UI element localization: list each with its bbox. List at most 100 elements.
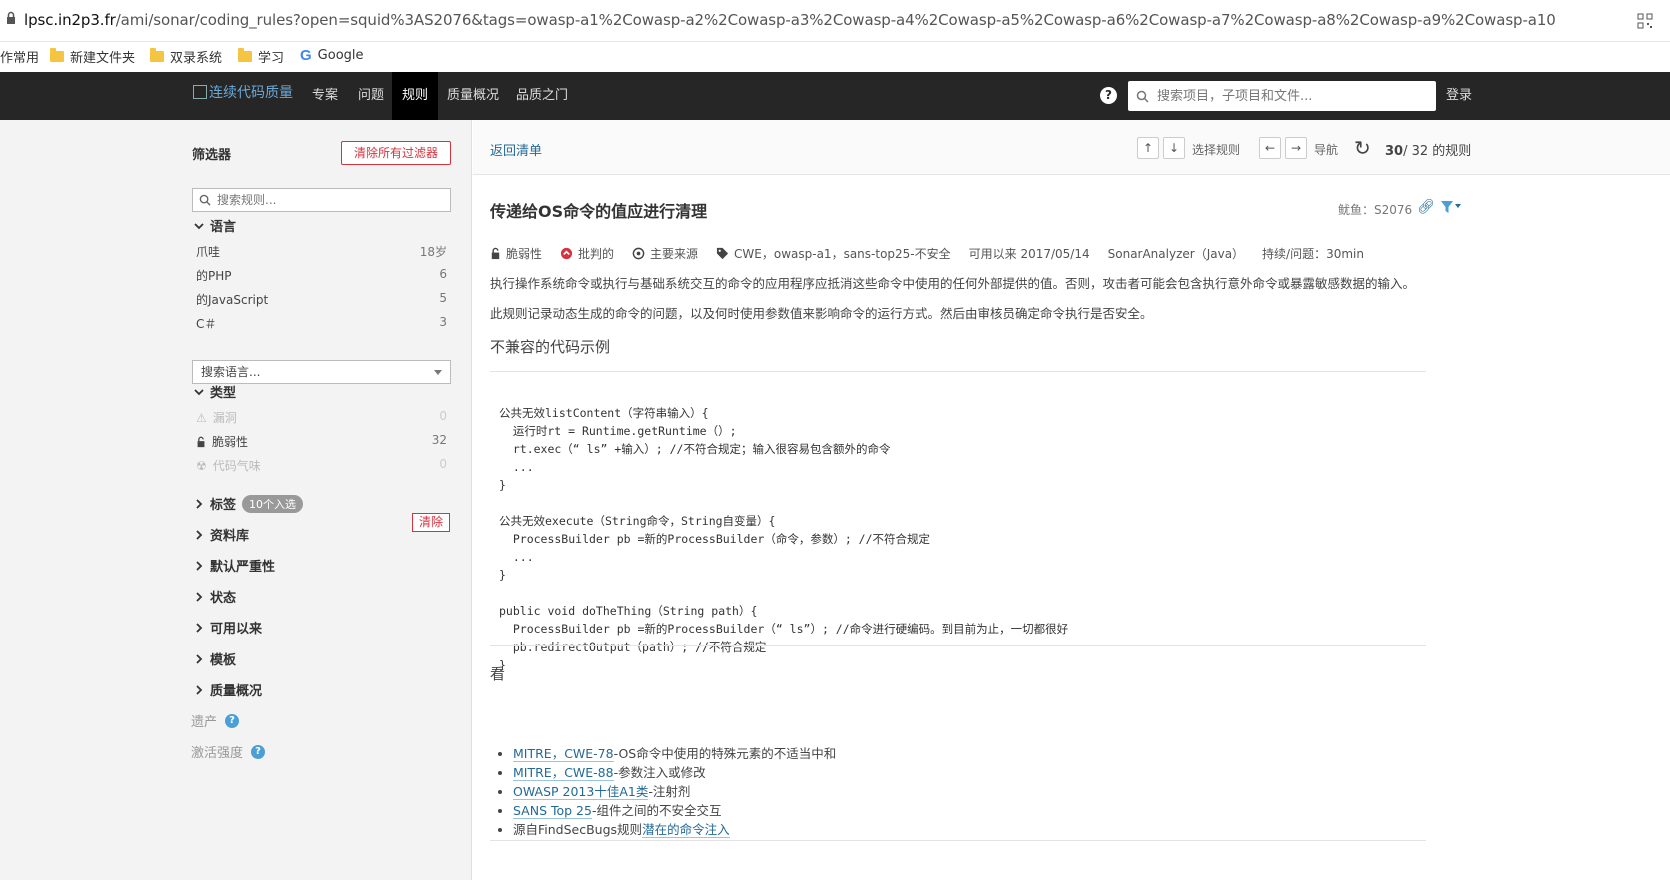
facet-status[interactable]: 状态 <box>194 587 236 606</box>
facet-item-language[interactable]: 爪哇 18岁 <box>196 243 447 260</box>
facet-item-type[interactable]: 脆弱性 32 <box>196 433 447 450</box>
rule-tags[interactable]: CWE，owasp-a1，sans-top25-不安全 <box>716 245 951 262</box>
help-icon[interactable]: ? <box>225 713 240 728</box>
rule-counter: 30/ 32 的规则 <box>1385 144 1472 159</box>
facet-type[interactable]: 类型 <box>194 382 236 401</box>
noncompliant-heading: 不兼容的代码示例 <box>490 338 611 356</box>
rule-type: 脆弱性 <box>490 245 542 262</box>
chevron-right-icon <box>196 684 203 695</box>
reference-link[interactable]: MITRE，CWE-88 <box>513 765 614 781</box>
filter-similar-icon[interactable] <box>1440 200 1462 214</box>
see-heading: 看 <box>490 665 506 683</box>
rule-meta: 脆弱性 批判的 主要来源 CWE，owasp-a1，sans-top25-不安全… <box>490 245 1382 262</box>
reference-link[interactable]: OWASP 2013十佳A1类 <box>513 784 649 800</box>
clear-tags-button[interactable]: 清除 <box>412 513 450 532</box>
divider <box>490 371 1426 372</box>
reference-link[interactable]: MITRE，CWE-78 <box>513 746 614 762</box>
permalink-icon[interactable]: 🔗︎ <box>1417 199 1435 215</box>
facet-item-language[interactable]: C＃ 3 <box>196 315 447 332</box>
facet-tags[interactable]: 标签 10个入选 <box>194 494 304 513</box>
critical-severity-icon <box>560 247 573 260</box>
nav-projects[interactable]: 专案 <box>302 72 348 120</box>
facet-item-language[interactable]: 的PHP 6 <box>196 267 447 284</box>
chevron-right-icon <box>196 591 203 602</box>
rule-search[interactable] <box>192 188 451 212</box>
bookmark-folder[interactable]: 新建文件夹 <box>50 47 135 66</box>
reload-icon[interactable]: ↻ <box>1354 136 1371 160</box>
code-example: 公共无效listContent（字符串输入）{ 运行时rt = Runtime.… <box>499 406 1069 672</box>
rule-repository: SonarAnalyzer（Java） <box>1107 247 1245 261</box>
bookmark-folder[interactable]: 学习 <box>238 47 284 66</box>
list-item: OWASP 2013十佳A1类-注射剂 <box>513 782 836 801</box>
caret-down-icon <box>434 370 442 375</box>
list-item: 源自FindSecBugs规则潜在的命令注入 <box>513 820 836 839</box>
chevron-right-icon <box>196 560 203 571</box>
bookmark-google[interactable]: G Google <box>300 47 364 64</box>
qr-code-icon[interactable] <box>1637 13 1653 29</box>
bookmarks-bar: 作常用 新建文件夹 双录系统 学习 G Google <box>0 42 1670 72</box>
facet-language[interactable]: 语言 <box>194 216 236 235</box>
rule-source: 主要来源 <box>632 245 698 262</box>
help-icon[interactable]: ? <box>1100 87 1117 104</box>
filters-sidebar: 筛选器 清除所有过滤器 语言 爪哇18岁 的PHP6 的JavaScript5 … <box>0 120 472 880</box>
unlock-icon <box>197 436 205 447</box>
folder-icon <box>50 48 64 62</box>
facet-activation-severity: 激活强度? <box>191 742 266 761</box>
global-search[interactable] <box>1128 81 1436 111</box>
list-item: SANS Top 25-组件之间的不安全交互 <box>513 801 836 820</box>
code-smell-icon: ☢ <box>196 458 207 473</box>
clear-all-filters-button[interactable]: 清除所有过滤器 <box>341 141 451 165</box>
lock-icon <box>7 11 15 24</box>
bookmark-item[interactable]: 作常用 <box>0 47 39 66</box>
broken-image-icon <box>193 85 207 99</box>
bookmark-folder[interactable]: 双录系统 <box>150 47 222 66</box>
nav-issues[interactable]: 问题 <box>348 72 394 120</box>
rule-search-input[interactable] <box>217 193 437 207</box>
facet-repository[interactable]: 资料库 <box>194 525 249 544</box>
facet-item-type[interactable]: ☢ 代码气味 0 <box>196 457 447 474</box>
search-icon <box>199 194 211 206</box>
help-icon[interactable]: ? <box>251 744 266 759</box>
arrow-up-key-icon[interactable]: ↑ <box>1137 137 1159 159</box>
navigate-hint: 导航 <box>1314 143 1339 157</box>
target-icon <box>632 247 645 260</box>
facet-item-type[interactable]: ⚠ 漏洞 0 <box>196 409 447 426</box>
facet-inheritance: 遗产? <box>191 711 240 730</box>
rule-description: 执行操作系统命令或执行与基础系统交互的命令的应用程序应抵消这些命令中使用的任何外… <box>490 276 1416 291</box>
facet-default-severity[interactable]: 默认严重性 <box>194 556 275 575</box>
url-text[interactable]: lpsc.in2p3.fr/ami/sonar/coding_rules?ope… <box>24 11 1556 29</box>
reference-link[interactable]: 潜在的命令注入 <box>642 822 730 838</box>
chevron-right-icon <box>196 529 203 540</box>
language-search-select[interactable]: 搜索语言... <box>192 360 451 384</box>
rule-toolbar: 返回清单 ↑ ↓ 选择规则 ← → 导航 ↻ 30/ 32 的规则 <box>473 120 1670 175</box>
login-link[interactable]: 登录 <box>1446 72 1472 120</box>
global-search-input[interactable] <box>1157 88 1417 104</box>
chevron-down-icon <box>194 222 204 229</box>
chevron-right-icon <box>196 653 203 664</box>
arrow-down-key-icon[interactable]: ↓ <box>1163 137 1185 159</box>
rule-available-since: 可用以来 2017/05/14 <box>968 247 1090 261</box>
arrow-right-key-icon[interactable]: → <box>1285 137 1307 159</box>
chevron-down-icon <box>194 388 204 395</box>
google-icon: G <box>300 47 312 64</box>
nav-quality-profiles[interactable]: 质量概况 <box>437 72 509 120</box>
rule-description: 此规则记录动态生成的命令的问题，以及何时使用参数值来影响命令的运行方式。然后由审… <box>490 306 1153 321</box>
back-to-list-link[interactable]: 返回清单 <box>490 140 542 159</box>
list-item: MITRE，CWE-78-OS命令中使用的特殊元素的不适当中和 <box>513 744 836 763</box>
select-rule-hint: 选择规则 <box>1192 143 1241 157</box>
divider <box>490 645 1426 646</box>
reference-link[interactable]: SANS Top 25 <box>513 803 592 819</box>
browser-address-bar[interactable]: lpsc.in2p3.fr/ami/sonar/coding_rules?ope… <box>0 0 1670 42</box>
facet-quality-profile[interactable]: 质量概况 <box>194 680 262 699</box>
facet-template[interactable]: 模板 <box>194 649 236 668</box>
top-navigation: 连续代码质量 专案 问题 规则 质量概况 品质之门 ? 登录 <box>0 72 1670 120</box>
chevron-right-icon <box>196 622 203 633</box>
logo[interactable]: 连续代码质量 <box>193 82 293 102</box>
facet-item-language[interactable]: 的JavaScript 5 <box>196 291 447 308</box>
unlock-icon <box>491 247 500 260</box>
nav-rules[interactable]: 规则 <box>392 72 439 120</box>
facet-available-since[interactable]: 可用以来 <box>194 618 262 637</box>
arrow-left-key-icon[interactable]: ← <box>1259 137 1281 159</box>
rule-key: 鱿鱼：S2076 <box>1338 203 1413 217</box>
nav-quality-gates[interactable]: 品质之门 <box>506 72 578 120</box>
